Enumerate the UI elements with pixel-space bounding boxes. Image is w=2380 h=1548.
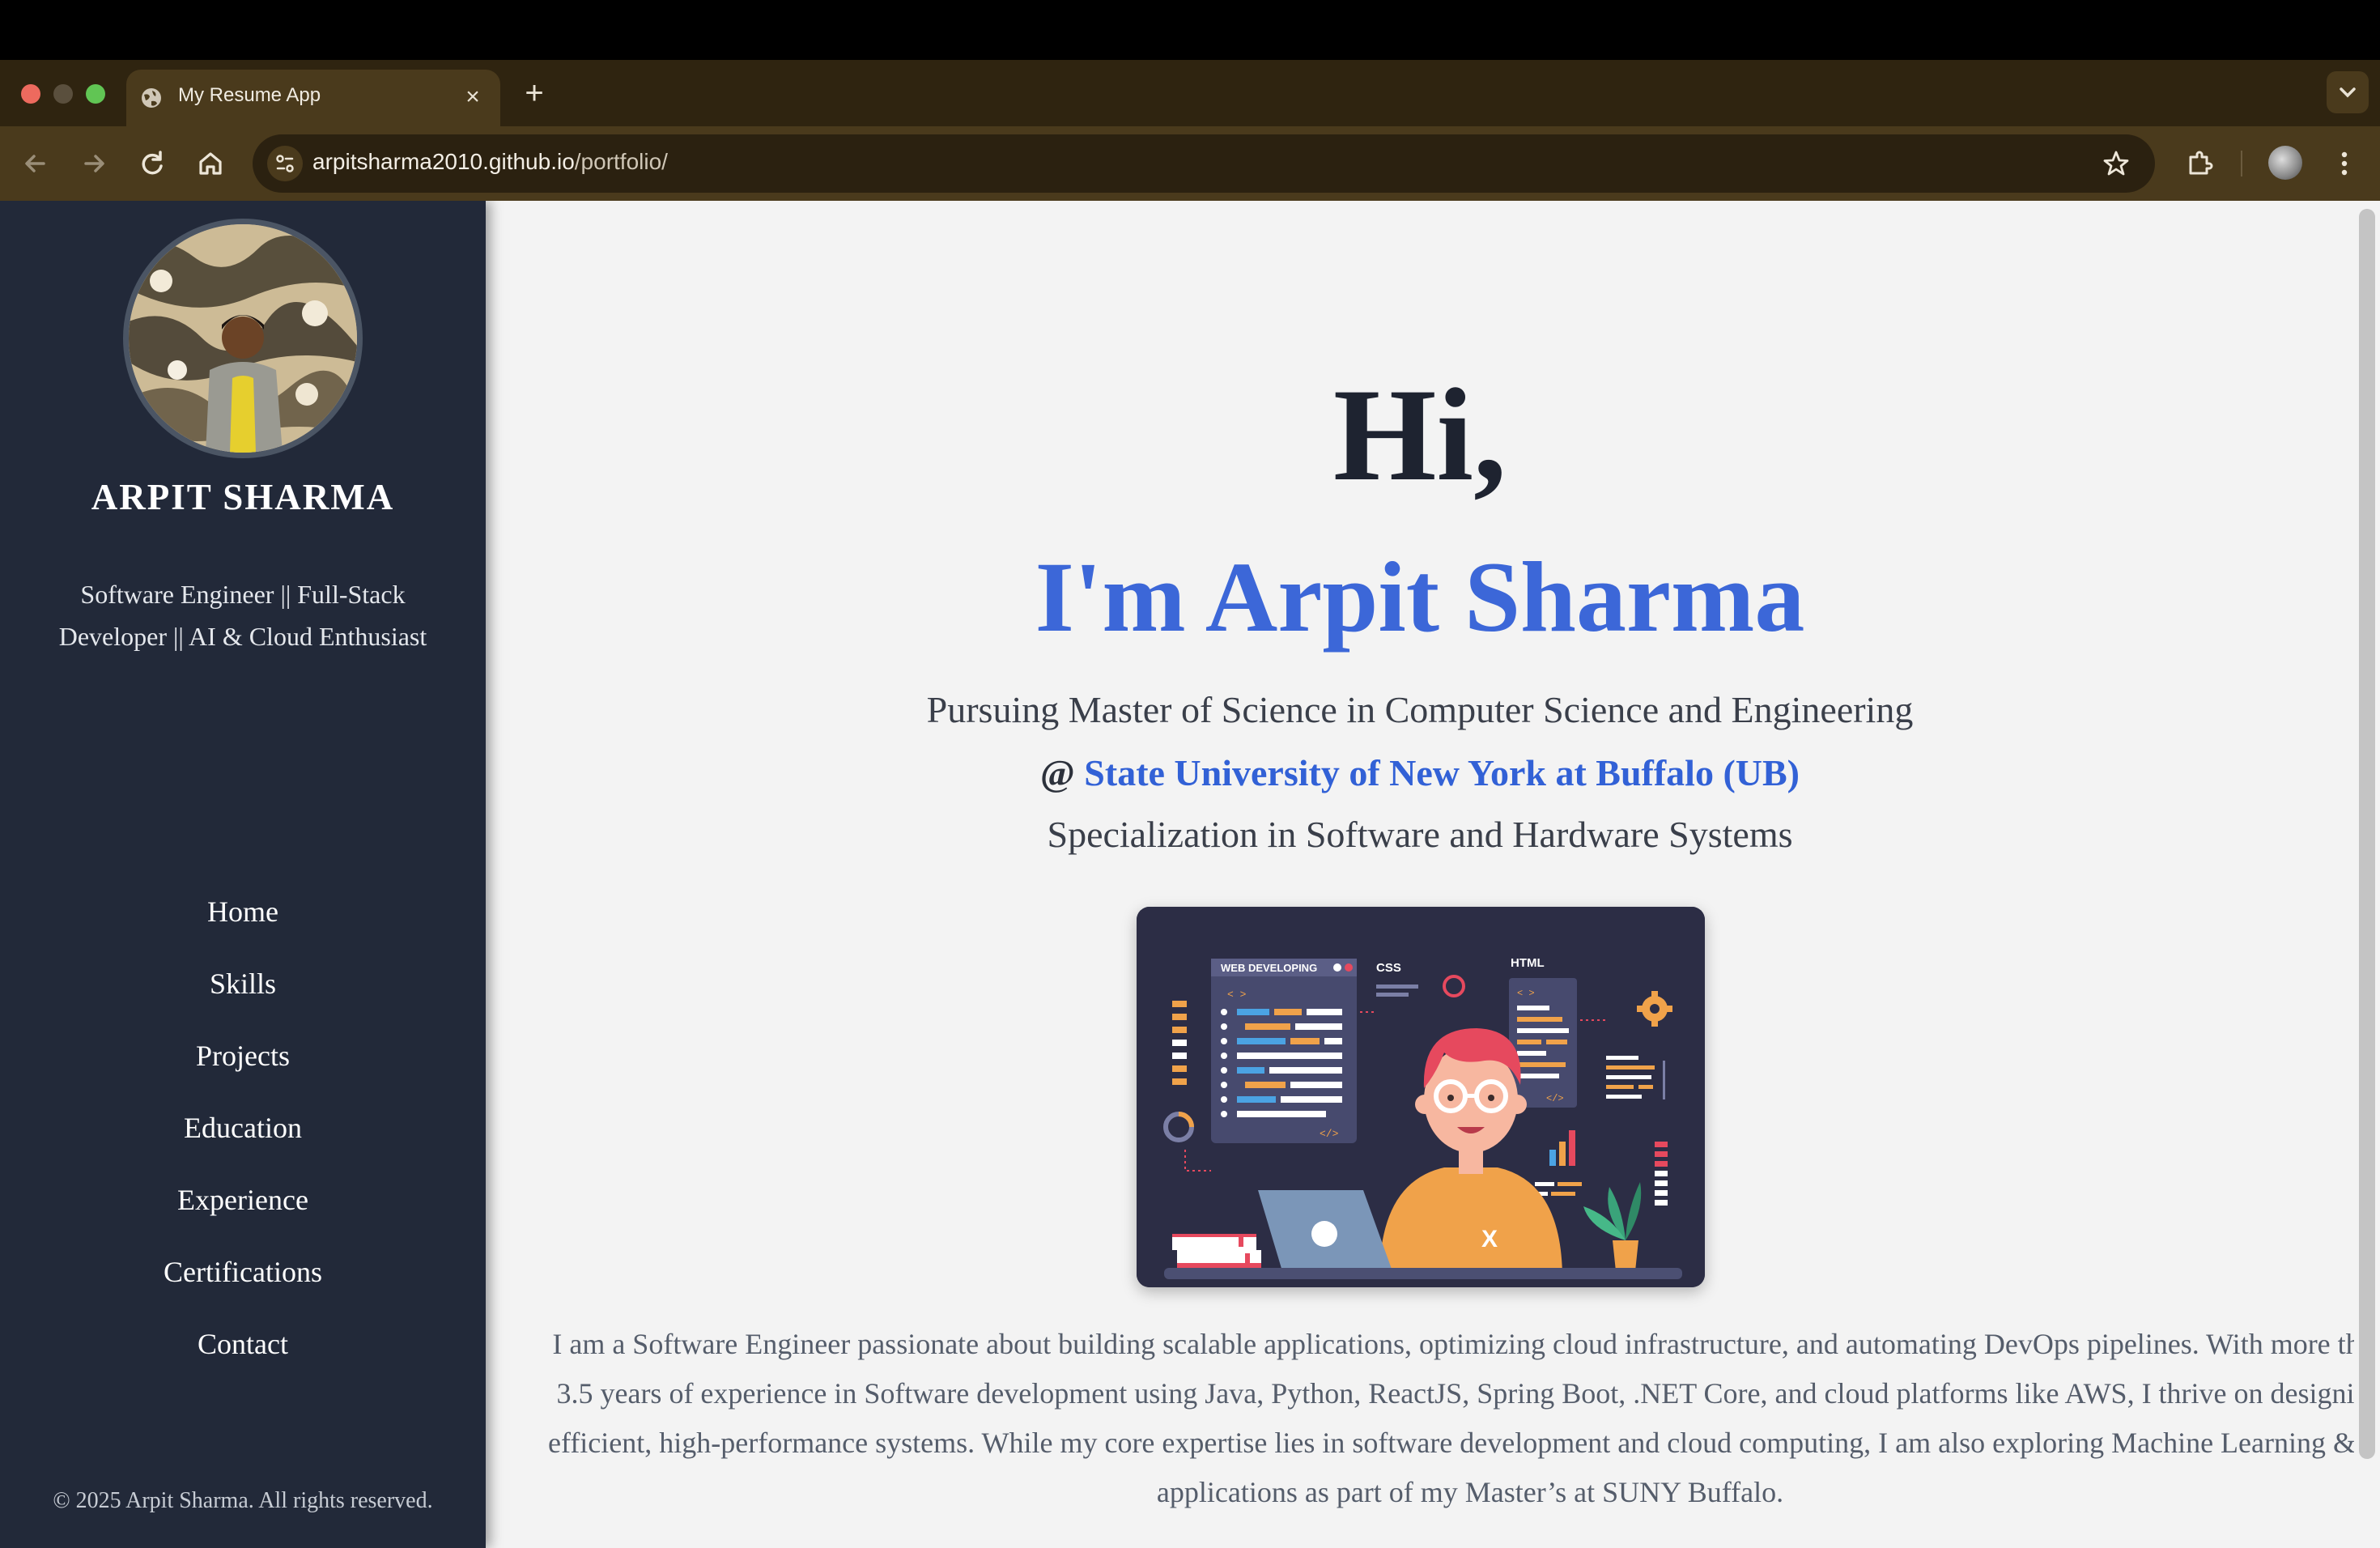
nav-link-certifications[interactable]: Certifications [0, 1254, 486, 1326]
hero-section: Hi, I'm Arpit Sharma Pursuing Master of … [486, 201, 2380, 1548]
more-menu-icon[interactable] [2328, 144, 2361, 183]
back-arrow-icon[interactable] [16, 144, 55, 183]
svg-text:X: X [1481, 1226, 1498, 1252]
university-line: @ State University of New York at Buffal… [486, 751, 2354, 794]
html-label: HTML [1511, 956, 1545, 970]
panel-title: WEB DEVELOPING [1221, 962, 1317, 974]
bookmark-star-icon[interactable] [2098, 146, 2134, 181]
nav-link-home[interactable]: Home [0, 894, 486, 966]
sidebar-name: ARPIT SHARMA [91, 477, 395, 517]
forward-arrow-icon[interactable] [74, 144, 113, 183]
specialization-line: Specialization in Software and Hardware … [1047, 814, 1793, 855]
close-window-button[interactable] [21, 84, 40, 104]
sidebar: ARPIT SHARMA Software Engineer || Full-S… [0, 201, 486, 1548]
minimize-window-button[interactable] [53, 84, 73, 104]
bio-paragraph: I am a Software Engineer passionate abou… [548, 1328, 2380, 1508]
svg-text:< >: < > [1517, 988, 1535, 999]
tune-icon [276, 155, 294, 172]
open-tag: < > [1227, 989, 1247, 1001]
nav-link-contact[interactable]: Contact [0, 1326, 486, 1398]
maximize-window-button[interactable] [86, 84, 105, 104]
chevron-down-icon [2340, 87, 2356, 98]
hero-heading: I'm Arpit Sharma [1035, 542, 1805, 653]
close-tag: </> [1320, 1128, 1339, 1140]
scrollbar-thumb[interactable] [2359, 209, 2375, 1459]
active-tab[interactable]: My Resume App × [126, 70, 500, 126]
menu-bar-area [0, 0, 2380, 60]
svg-text:</>: </> [1546, 1093, 1564, 1104]
profile-photo [123, 219, 363, 458]
nav-link-experience[interactable]: Experience [0, 1182, 486, 1254]
home-icon[interactable] [191, 144, 230, 183]
sidebar-nav: Home Skills Projects Education Experienc… [0, 894, 486, 1398]
nav-link-education[interactable]: Education [0, 1110, 486, 1182]
degree-line: Pursuing Master of Science in Computer S… [926, 689, 1914, 730]
hero-greeting: Hi, [1332, 362, 1507, 508]
globe-icon [142, 88, 161, 108]
tab-title: My Resume App [178, 84, 321, 106]
toolbar-divider [2241, 151, 2242, 176]
url-host: arpitsharma2010.github.io [312, 149, 575, 174]
webpage: ARPIT SHARMA Software Engineer || Full-S… [0, 201, 2380, 1548]
address-bar[interactable]: arpitsharma2010.github.io/portfolio/ [253, 134, 2155, 193]
nav-link-skills[interactable]: Skills [0, 966, 486, 1038]
nav-link-projects[interactable]: Projects [0, 1038, 486, 1110]
new-tab-button[interactable]: + [518, 73, 550, 113]
university-link[interactable]: State University of New York at Buffalo … [1084, 752, 1800, 793]
url-path: /portfolio/ [574, 149, 668, 174]
reload-icon[interactable] [133, 144, 172, 183]
copyright-footer: © 2025 Arpit Sharma. All rights reserved… [53, 1488, 433, 1513]
developer-illustration: WEB DEVELOPING < > </> CSS HTML < > </> [1137, 907, 1705, 1287]
tab-search-button[interactable] [2327, 71, 2369, 113]
at-symbol: @ [1040, 752, 1085, 793]
close-tab-icon[interactable]: × [457, 81, 489, 113]
css-label: CSS [1376, 961, 1401, 975]
sidebar-tagline: Software Engineer || Full-Stack Develope… [58, 580, 427, 651]
site-info-button[interactable] [267, 146, 303, 181]
url-text: arpitsharma2010.github.io/portfolio/ [312, 149, 668, 175]
extensions-puzzle-icon[interactable] [2181, 144, 2220, 183]
profile-avatar[interactable] [2268, 146, 2302, 180]
